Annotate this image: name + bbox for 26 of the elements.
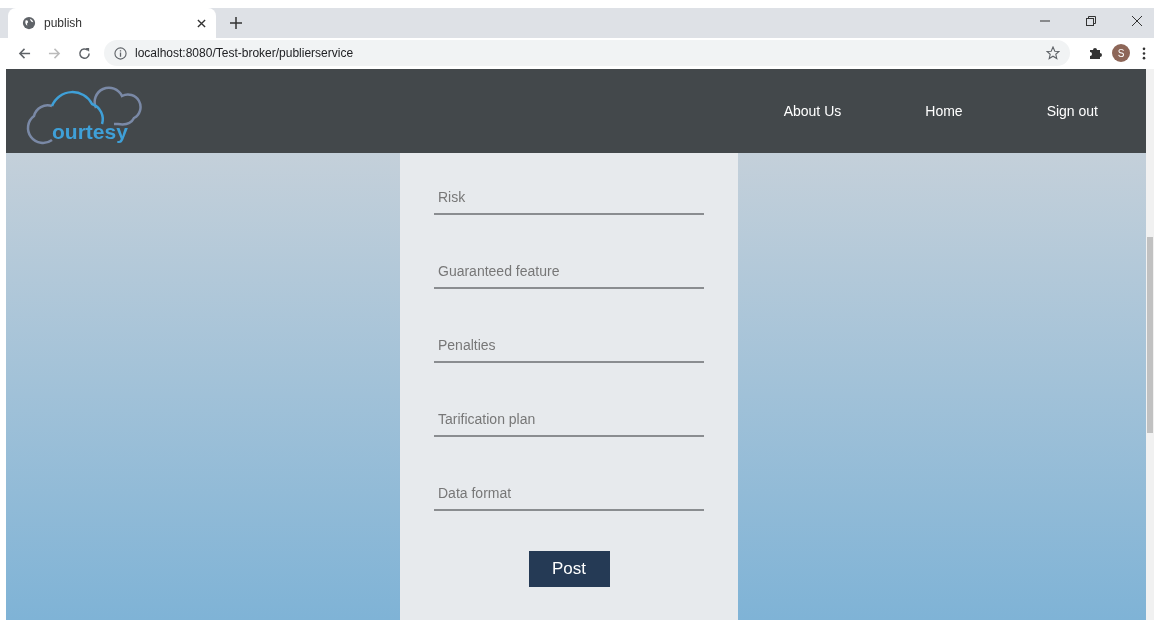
scrollbar[interactable] <box>1146 69 1154 620</box>
input-field[interactable]: Guaranteed feature <box>434 255 704 289</box>
puzzle-icon[interactable] <box>1088 46 1102 60</box>
back-icon[interactable] <box>18 46 31 60</box>
post-button[interactable]: Post <box>528 551 610 587</box>
reload-icon[interactable] <box>78 46 91 60</box>
star-icon[interactable] <box>1046 46 1060 60</box>
browser-tab[interactable]: publish <box>8 8 216 38</box>
close-icon[interactable] <box>197 18 206 28</box>
profile-avatar[interactable]: S <box>1112 44 1130 62</box>
nav-link[interactable]: About Us <box>783 103 842 119</box>
input-field[interactable]: Risk <box>434 181 704 215</box>
menu-icon[interactable] <box>1142 46 1146 60</box>
input-field[interactable]: Penalties <box>434 329 704 363</box>
nav-link[interactable]: Home <box>925 103 963 119</box>
address-field[interactable]: localhost:8080/Test-broker/publierservice <box>104 40 1070 66</box>
close-icon[interactable] <box>1131 15 1143 27</box>
input-field[interactable]: Data format <box>434 477 704 511</box>
logo-text: ourtesy <box>52 120 128 144</box>
info-icon <box>114 46 127 60</box>
restore-icon[interactable] <box>1085 15 1097 27</box>
nav-link[interactable]: Sign out <box>1046 103 1098 119</box>
new-tab-icon[interactable] <box>230 17 242 29</box>
tab-title: publish <box>44 16 84 30</box>
globe-icon <box>22 16 36 30</box>
input-field[interactable]: Tarification plan <box>434 403 704 437</box>
